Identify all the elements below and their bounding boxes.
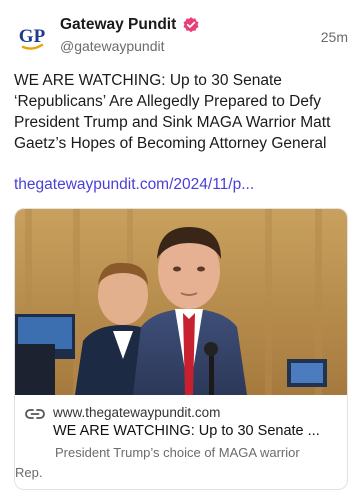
link-preview-card[interactable]: www.thegatewaypundit.com WE ARE WATCHING… (14, 208, 348, 490)
avatar[interactable]: GP (14, 18, 50, 54)
card-description: President Trump’s choice of MAGA warrior… (15, 445, 300, 480)
post-text: WE ARE WATCHING: Up to 30 Senate ‘Republ… (14, 72, 331, 152)
link-preview-image (15, 209, 347, 395)
post-link[interactable]: thegatewaypundit.com/2024/11/p... (14, 176, 254, 194)
svg-text:GP: GP (19, 26, 46, 47)
card-title: WE ARE WATCHING: Up to 30 Senate ... (53, 423, 320, 439)
post[interactable]: GP Gateway Pundit @gatewaypundit 25m WE … (0, 0, 362, 500)
verified-badge-icon (183, 17, 199, 33)
gateway-pundit-logo: GP (19, 26, 46, 50)
post-timestamp: 25m (320, 29, 348, 45)
card-domain: www.thegatewaypundit.com (53, 405, 221, 420)
author-handle[interactable]: @gatewaypundit (60, 38, 165, 54)
author-display-name[interactable]: Gateway Pundit (60, 16, 176, 34)
link-icon (25, 409, 45, 419)
